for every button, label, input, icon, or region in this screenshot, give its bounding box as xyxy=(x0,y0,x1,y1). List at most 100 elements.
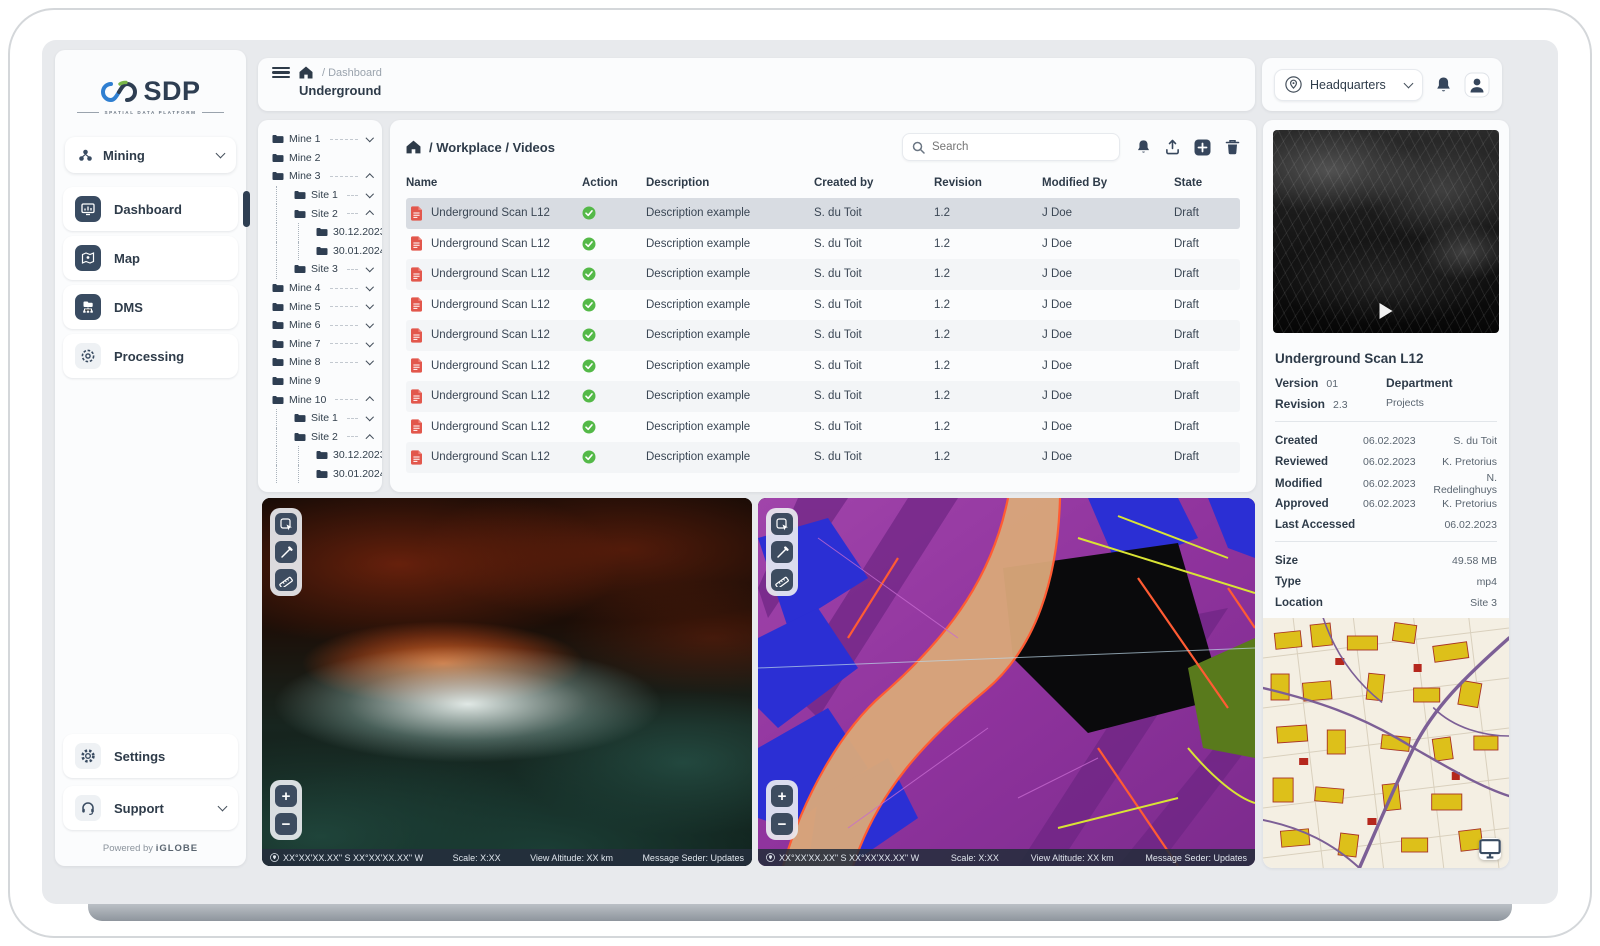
folder-icon xyxy=(316,227,328,237)
table-row[interactable]: Underground Scan L12 Description example… xyxy=(406,442,1240,473)
tree-chevron-icon[interactable] xyxy=(365,320,373,328)
menu-icon[interactable] xyxy=(272,67,290,79)
tree-chevron-icon[interactable] xyxy=(365,357,373,365)
column-header[interactable]: Description xyxy=(646,177,814,189)
tree-chevron-icon[interactable] xyxy=(365,264,373,272)
table-row[interactable]: Underground Scan L12 Description example… xyxy=(406,229,1240,260)
geology-scene[interactable] xyxy=(758,498,1255,866)
draw-tool-icon[interactable] xyxy=(275,541,297,563)
map-expand-monitor-icon[interactable] xyxy=(1479,838,1501,860)
search-input[interactable] xyxy=(932,141,1110,153)
delete-trash-icon[interactable] xyxy=(1225,139,1240,155)
column-header[interactable]: Action xyxy=(582,177,646,189)
zoom-out-button[interactable]: − xyxy=(275,813,297,835)
tree-item[interactable]: Mine 7 xyxy=(264,335,376,354)
zoom-in-button[interactable]: + xyxy=(275,785,297,807)
zoom-out-button[interactable]: − xyxy=(771,813,793,835)
tree-chevron-icon[interactable] xyxy=(365,301,373,309)
user-avatar-icon[interactable] xyxy=(1464,72,1490,98)
sidebar-item-support[interactable]: Support xyxy=(63,786,238,830)
tree-item[interactable]: Mine 6 xyxy=(264,316,376,335)
tree-item[interactable]: Mine 10 xyxy=(264,390,376,409)
tree-chevron-icon[interactable] xyxy=(365,413,373,421)
table-row[interactable]: Underground Scan L12 Description example… xyxy=(406,259,1240,290)
tree-item[interactable]: 30.01.2024 xyxy=(264,242,376,261)
tree-chevron-icon[interactable] xyxy=(365,283,373,291)
table-row[interactable]: Underground Scan L12 Description example… xyxy=(406,351,1240,382)
tree-item[interactable]: Mine 3 xyxy=(264,167,376,186)
notifications-bell-icon[interactable] xyxy=(1435,76,1452,94)
tree-item[interactable]: Site 1 xyxy=(264,409,376,428)
upload-icon[interactable] xyxy=(1165,139,1180,155)
tree-chevron-icon[interactable] xyxy=(365,338,373,346)
sidebar-item-processing[interactable]: Processing xyxy=(63,334,238,378)
column-header[interactable]: Modified By xyxy=(1042,177,1174,189)
select-tool-icon[interactable] xyxy=(771,513,793,535)
video-preview[interactable] xyxy=(1273,130,1499,333)
subscribe-bell-icon[interactable] xyxy=(1136,139,1151,155)
sidebar-item-dashboard[interactable]: Dashboard xyxy=(63,187,238,231)
tree-chevron-icon[interactable] xyxy=(365,190,373,198)
viewer-pointcloud[interactable]: + − XX°XX'XX.XX" S XX°XX'XX.XX" W Scale:… xyxy=(262,498,752,866)
meta-label: Approved xyxy=(1275,498,1363,510)
sidebar-item-settings[interactable]: Settings xyxy=(63,734,238,778)
measure-tool-icon[interactable] xyxy=(771,569,793,591)
table-row[interactable]: Underground Scan L12 Description example… xyxy=(406,198,1240,229)
home-icon[interactable] xyxy=(299,66,313,79)
tree-chevron-icon[interactable] xyxy=(365,174,373,182)
tree-item[interactable]: Mine 9 xyxy=(264,372,376,391)
table-row[interactable]: Underground Scan L12 Description example… xyxy=(406,381,1240,412)
minimap[interactable] xyxy=(1263,618,1509,868)
tree-item[interactable]: Site 2 xyxy=(264,428,376,447)
measure-tool-icon[interactable] xyxy=(275,569,297,591)
draw-tool-icon[interactable] xyxy=(771,541,793,563)
sidebar-item-dms[interactable]: DMS xyxy=(63,285,238,329)
tree-item[interactable]: 30.01.2024 xyxy=(264,465,376,484)
tree-guide xyxy=(276,428,289,447)
tree-item[interactable]: Mine 4 xyxy=(264,279,376,298)
file-modified-by: J Doe xyxy=(1042,207,1174,219)
files-breadcrumb-label[interactable]: / Workplace / Videos xyxy=(429,140,555,155)
location-select[interactable]: Headquarters xyxy=(1274,69,1423,101)
search-box[interactable] xyxy=(902,133,1120,161)
check-circle-icon xyxy=(582,450,596,464)
table-row[interactable]: Underground Scan L12 Description example… xyxy=(406,320,1240,351)
file-description: Description example xyxy=(646,329,814,341)
sidebar-item-label: Settings xyxy=(114,749,165,764)
folder-icon xyxy=(294,432,306,442)
tree-item[interactable]: Mine 8 xyxy=(264,353,376,372)
column-header[interactable]: Name xyxy=(406,177,582,189)
tree-chevron-icon[interactable] xyxy=(365,397,373,405)
column-header[interactable]: State xyxy=(1174,177,1240,189)
breadcrumb[interactable]: / Dashboard xyxy=(322,67,382,79)
tree-item[interactable]: Mine 5 xyxy=(264,297,376,316)
tree-item[interactable]: 30.12.2023 xyxy=(264,446,376,465)
column-header[interactable]: Revision xyxy=(934,177,1042,189)
add-icon[interactable] xyxy=(1194,139,1211,156)
column-header[interactable]: Created by xyxy=(814,177,934,189)
viewer-geology[interactable]: + − XX°XX'XX.XX" S XX°XX'XX.XX" W Scale:… xyxy=(758,498,1255,866)
tree-chevron-icon[interactable] xyxy=(365,134,373,142)
home-icon[interactable] xyxy=(406,140,421,154)
workspace-selector[interactable]: Mining xyxy=(65,137,236,173)
play-icon[interactable] xyxy=(1380,303,1393,319)
tree-item[interactable]: Mine 1 xyxy=(264,130,376,149)
tree-item[interactable]: 30.12.2023 xyxy=(264,223,376,242)
tree-item[interactable]: Site 3 xyxy=(264,260,376,279)
location-pin-icon xyxy=(270,853,279,862)
details-version-grid: Version 01 Department Revision 2.3 Proje… xyxy=(1275,376,1497,411)
pointcloud-scene[interactable] xyxy=(262,498,752,866)
file-description: Description example xyxy=(646,421,814,433)
tree-chevron-icon[interactable] xyxy=(365,434,373,442)
tree-item[interactable]: Site 2 xyxy=(264,204,376,223)
meta-by: K. Pretorius xyxy=(1431,456,1497,468)
select-tool-icon[interactable] xyxy=(275,513,297,535)
tree-item[interactable]: Site 1 xyxy=(264,186,376,205)
tree-item[interactable]: Mine 2 xyxy=(264,149,376,168)
table-row[interactable]: Underground Scan L12 Description example… xyxy=(406,412,1240,443)
tree-chevron-icon[interactable] xyxy=(365,211,373,219)
sidebar-item-map[interactable]: Map xyxy=(63,236,238,280)
zoom-in-button[interactable]: + xyxy=(771,785,793,807)
file-revision: 1.2 xyxy=(934,238,1042,250)
table-row[interactable]: Underground Scan L12 Description example… xyxy=(406,290,1240,321)
